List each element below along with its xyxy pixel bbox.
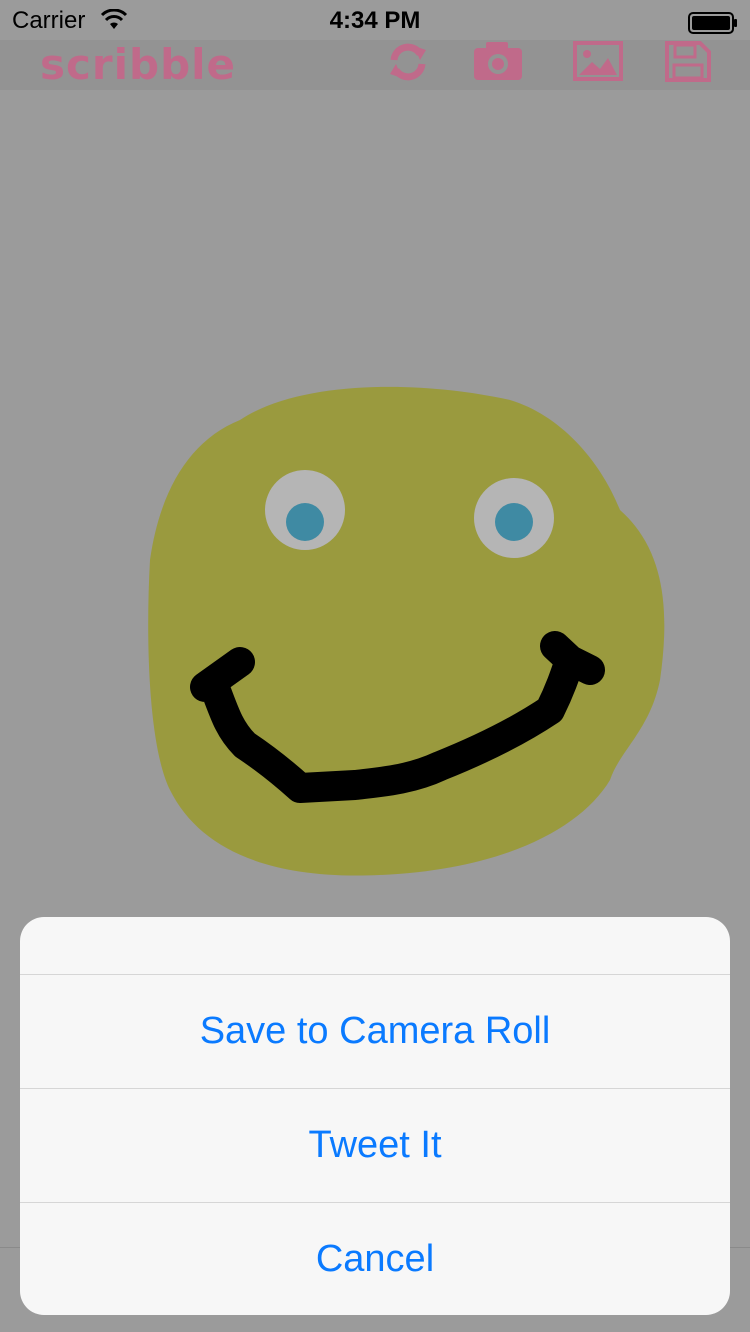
tweet-it-button[interactable]: Tweet It — [20, 1089, 730, 1203]
left-pupil — [286, 503, 324, 541]
action-sheet: Save to Camera Roll Tweet It Cancel — [20, 917, 730, 1315]
status-bar: Carrier 4:34 PM — [0, 0, 750, 40]
battery-icon — [688, 12, 737, 34]
refresh-icon[interactable] — [382, 40, 434, 84]
app-logo: scribble — [40, 40, 237, 89]
save-to-camera-roll-button[interactable]: Save to Camera Roll — [20, 975, 730, 1089]
app-toolbar: scribble — [0, 40, 750, 90]
action-sheet-header — [20, 917, 730, 975]
cancel-button[interactable]: Cancel — [20, 1203, 730, 1315]
save-icon[interactable] — [662, 40, 714, 84]
image-icon[interactable] — [572, 40, 624, 84]
camera-icon[interactable] — [472, 40, 524, 84]
right-pupil — [495, 503, 533, 541]
status-time: 4:34 PM — [329, 7, 421, 34]
smiley-face — [148, 386, 665, 876]
